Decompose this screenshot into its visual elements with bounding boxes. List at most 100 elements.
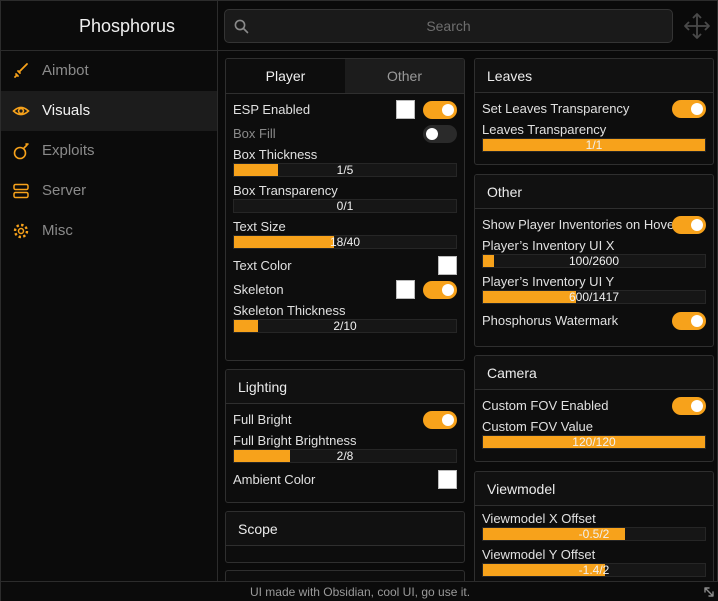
viewmodel-x-offset-slider[interactable]: -0.5/2 (482, 527, 706, 541)
custom-fov-value-label: Custom FOV Value (482, 419, 594, 434)
footer-text: UI made with Obsidian, cool UI, go use i… (249, 585, 471, 599)
text-size-slider[interactable]: 18/40 (233, 235, 457, 249)
custom-fov-enabled-toggle[interactable] (672, 397, 706, 415)
visuals-content: Player Other ESP Enabled Box Fill Box Th… (219, 51, 718, 581)
esp-enabled-label: ESP Enabled (233, 102, 311, 117)
text-color-label: Text Color (233, 258, 292, 273)
leaves-transparency-slider[interactable]: 1/1 (482, 138, 706, 152)
sidebar-item-visuals[interactable]: Visuals (1, 91, 217, 131)
ambient-color-row: Ambient Color (233, 468, 457, 492)
gear-icon (13, 223, 29, 239)
set-leaves-transparency-toggle[interactable] (672, 100, 706, 118)
skeleton-label: Skeleton (233, 282, 284, 297)
sidebar-item-server[interactable]: Server (1, 171, 217, 211)
viewmodel-y-offset-label: Viewmodel Y Offset (482, 547, 596, 562)
slider-value: 2/10 (333, 319, 357, 333)
custom-fov-enabled-row: Custom FOV Enabled (482, 394, 706, 418)
full-bright-row: Full Bright (233, 408, 457, 432)
ambient-color-swatch[interactable] (438, 470, 457, 489)
camera-panel: Camera Custom FOV Enabled Custom FOV Val… (474, 355, 714, 462)
esp-color-swatch[interactable] (396, 100, 415, 119)
viewmodel-panel: Viewmodel Viewmodel X Offset -0.5/2 View… (474, 471, 714, 581)
custom-fov-enabled-label: Custom FOV Enabled (482, 398, 609, 413)
search-bar (224, 9, 673, 43)
slider-value: -1.4/2 (578, 563, 610, 577)
app-window: Phosphorus Aimbot Visuals Exploits Serve… (0, 0, 718, 601)
slider-value: 600/1417 (568, 290, 620, 304)
sidebar-item-aimbot[interactable]: Aimbot (1, 51, 217, 91)
show-inventories-toggle[interactable] (672, 216, 706, 234)
slider-value: 18/40 (329, 235, 361, 249)
full-bright-brightness-slider[interactable]: 2/8 (233, 449, 457, 463)
sword-icon (14, 63, 28, 78)
full-bright-label: Full Bright (233, 412, 292, 427)
skeleton-toggle[interactable] (423, 281, 457, 299)
set-leaves-transparency-label: Set Leaves Transparency (482, 101, 630, 116)
inventory-y-slider[interactable]: 600/1417 (482, 290, 706, 304)
search-input[interactable] (255, 10, 642, 42)
sidebar-item-label: Misc (42, 222, 73, 239)
other-title: Other (475, 175, 713, 209)
slider-value: 1/1 (585, 138, 603, 152)
inventory-x-slider[interactable]: 100/2600 (482, 254, 706, 268)
esp-enabled-toggle[interactable] (423, 101, 457, 119)
skeleton-thickness-slider[interactable]: 2/10 (233, 319, 457, 333)
resize-icon[interactable] (703, 586, 715, 598)
viewmodel-y-offset-slider[interactable]: -1.4/2 (482, 563, 706, 577)
player-tabs: Player Other (226, 59, 464, 94)
next-panel (225, 570, 465, 581)
full-bright-toggle[interactable] (423, 411, 457, 429)
box-thickness-slider[interactable]: 1/5 (233, 163, 457, 177)
show-inventories-row: Show Player Inventories on Hover (482, 213, 706, 237)
sidebar-item-misc[interactable]: Misc (1, 211, 217, 251)
viewmodel-title: Viewmodel (475, 472, 713, 506)
text-color-row: Text Color (233, 254, 457, 278)
sidebar: Phosphorus Aimbot Visuals Exploits Serve… (1, 1, 218, 581)
app-title: Phosphorus (1, 1, 217, 51)
tab-other[interactable]: Other (345, 59, 464, 93)
skeleton-row: Skeleton (233, 278, 457, 302)
tab-player[interactable]: Player (226, 59, 345, 93)
sidebar-item-label: Exploits (42, 142, 95, 159)
box-fill-row: Box Fill (233, 122, 457, 146)
skeleton-color-swatch[interactable] (396, 280, 415, 299)
box-transparency-slider[interactable]: 0/1 (233, 199, 457, 213)
lighting-title: Lighting (226, 370, 464, 404)
bomb-icon (13, 143, 29, 160)
watermark-label: Phosphorus Watermark (482, 313, 619, 328)
other-panel: Other Show Player Inventories on Hover P… (474, 174, 714, 347)
custom-fov-value-slider[interactable]: 120/120 (482, 435, 706, 449)
box-fill-label: Box Fill (233, 126, 276, 141)
scope-panel: Scope (225, 511, 465, 563)
full-bright-brightness-label: Full Bright Brightness (233, 433, 357, 448)
leaves-title: Leaves (475, 59, 713, 93)
slider-value: 2/8 (336, 449, 354, 463)
player-panel: Player Other ESP Enabled Box Fill Box Th… (225, 58, 465, 361)
text-color-swatch[interactable] (438, 256, 457, 275)
leaves-transparency-label: Leaves Transparency (482, 122, 607, 137)
server-icon (13, 183, 29, 199)
inventory-x-label: Player’s Inventory UI X (482, 238, 615, 253)
eye-icon (12, 106, 30, 116)
set-leaves-transparency-row: Set Leaves Transparency (482, 97, 706, 121)
move-icon[interactable] (683, 12, 711, 40)
sidebar-item-exploits[interactable]: Exploits (1, 131, 217, 171)
slider-value: 100/2600 (568, 254, 620, 268)
skeleton-thickness-label: Skeleton Thickness (233, 303, 346, 318)
sidebar-item-label: Aimbot (42, 62, 89, 79)
lighting-panel: Lighting Full Bright Full Bright Brightn… (225, 369, 465, 503)
leaves-panel: Leaves Set Leaves Transparency Leaves Tr… (474, 58, 714, 165)
sidebar-item-label: Visuals (42, 102, 91, 119)
slider-value: 120/120 (572, 435, 616, 449)
viewmodel-x-offset-label: Viewmodel X Offset (482, 511, 596, 526)
slider-value: -0.5/2 (578, 527, 610, 541)
slider-value: 1/5 (336, 163, 354, 177)
show-inventories-label: Show Player Inventories on Hover (482, 217, 679, 232)
box-transparency-label: Box Transparency (233, 183, 338, 198)
box-fill-toggle[interactable] (423, 125, 457, 143)
watermark-row: Phosphorus Watermark (482, 309, 706, 333)
watermark-toggle[interactable] (672, 312, 706, 330)
scope-title: Scope (226, 512, 464, 546)
box-thickness-label: Box Thickness (233, 147, 318, 162)
inventory-y-label: Player’s Inventory UI Y (482, 274, 615, 289)
